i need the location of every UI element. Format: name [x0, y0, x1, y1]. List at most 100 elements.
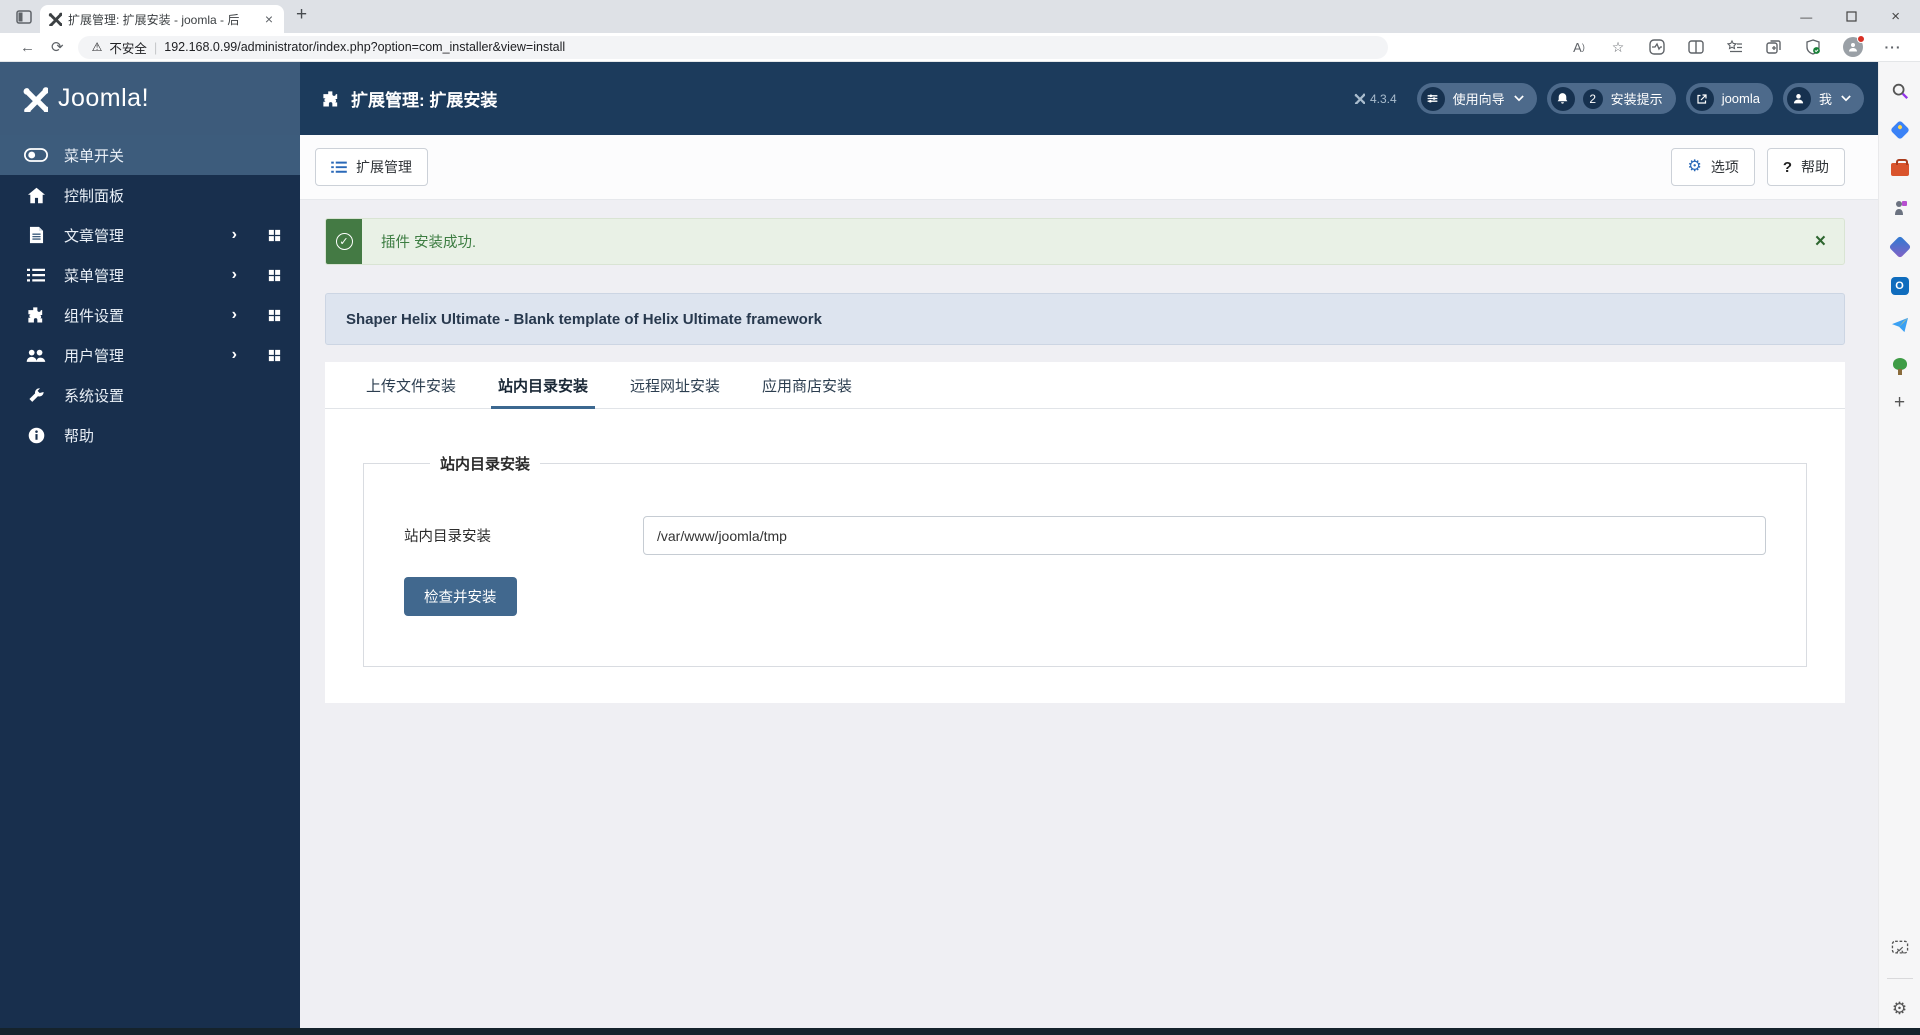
toolbox-icon[interactable]	[1889, 158, 1911, 180]
manage-extensions-button[interactable]: 扩展管理	[315, 148, 428, 186]
grid-icon[interactable]	[267, 268, 282, 283]
joomla-logo-text: Joomla!	[58, 84, 150, 112]
grid-icon[interactable]	[267, 228, 282, 243]
list-icon	[331, 161, 347, 173]
external-link-icon	[1689, 86, 1714, 111]
split-screen-icon[interactable]	[1687, 38, 1705, 56]
chevron-right-icon: ›	[231, 226, 237, 243]
address-bar[interactable]: ⚠ 不安全 | 192.168.0.99/administrator/index…	[77, 35, 1388, 59]
sidebar-item-dashboard[interactable]: 控制面板	[0, 175, 300, 215]
extension-shield-icon[interactable]	[1804, 38, 1822, 56]
help-button[interactable]: ? 帮助	[1766, 148, 1845, 186]
joomla-sidebar: Joomla! 菜单开关 控制面板 文章管理 › 菜单管理 › 组件设置 › 用…	[0, 62, 300, 1028]
back-icon[interactable]: ←	[20, 39, 35, 56]
question-icon: ?	[1782, 158, 1792, 176]
messages-button[interactable]: 2 安装提示	[1546, 83, 1676, 114]
sidebar-settings-icon[interactable]: ⚙	[1889, 998, 1911, 1020]
sidebar-item-menu-toggle[interactable]: 菜单开关	[0, 135, 300, 175]
grid-icon[interactable]	[267, 308, 282, 323]
edge-sidebar-rail: O + ⚙	[1878, 62, 1920, 1028]
options-button[interactable]: ⚙ 选项	[1671, 148, 1755, 186]
success-alert: ✓ 插件 安装成功. ×	[325, 218, 1845, 265]
install-form: 站内目录安装 站内目录安装 检查并安装	[325, 409, 1845, 703]
favorites-bar-icon[interactable]	[1726, 38, 1744, 56]
toggle-icon	[24, 148, 48, 162]
extension-title-panel: Shaper Helix Ultimate - Blank template o…	[325, 293, 1845, 345]
check-and-install-button[interactable]: 检查并安装	[404, 577, 517, 616]
new-tab-button[interactable]: +	[296, 4, 307, 26]
tab-install-from-web[interactable]: 应用商店安装	[741, 362, 873, 408]
sidebar-item-components[interactable]: 组件设置 ›	[0, 295, 300, 335]
list-icon	[24, 268, 48, 283]
puzzle-icon	[24, 306, 48, 324]
games-icon[interactable]	[1889, 197, 1911, 219]
message-count-badge: 2	[1582, 88, 1603, 109]
read-aloud-icon[interactable]: A)	[1570, 38, 1588, 56]
sidebar-menu: 菜单开关 控制面板 文章管理 › 菜单管理 › 组件设置 › 用户管理 › 系统…	[0, 135, 300, 455]
collections-icon[interactable]	[1765, 38, 1783, 56]
screenshot-tool-icon[interactable]	[1889, 937, 1911, 959]
sidebar-item-system[interactable]: 系统设置	[0, 375, 300, 415]
tab-close-icon[interactable]: ×	[262, 11, 276, 27]
document-icon	[24, 226, 48, 244]
joomla-logo: Joomla!	[0, 62, 300, 135]
installer-card: 上传文件安装 站内目录安装 远程网址安装 应用商店安装 站内目录安装 站内目录安…	[325, 362, 1845, 703]
home-icon	[24, 187, 48, 204]
screen: 扩展管理: 扩展安装 - joomla - 后 × + — × ← ⟳ ⚠ 不安…	[0, 0, 1920, 1035]
tab-title: 扩展管理: 扩展安装 - joomla - 后	[68, 12, 240, 27]
joomla-favicon	[48, 12, 62, 26]
bell-icon	[1550, 86, 1575, 111]
info-icon	[24, 427, 48, 444]
folder-install-fieldset: 站内目录安装 站内目录安装 检查并安装	[363, 453, 1807, 667]
drop-icon[interactable]	[1889, 314, 1911, 336]
sidebar-item-menus[interactable]: 菜单管理 ›	[0, 255, 300, 295]
sidebar-item-users[interactable]: 用户管理 ›	[0, 335, 300, 375]
grid-icon[interactable]	[267, 348, 282, 363]
joomla-header: 扩展管理: 扩展安装 4.3.4 使用向导 2 安装提示 joomla 我	[300, 62, 1878, 135]
browser-essentials-icon[interactable]	[1648, 38, 1666, 56]
refresh-icon[interactable]: ⟳	[51, 38, 64, 56]
tab-install-from-url[interactable]: 远程网址安装	[609, 362, 741, 408]
toolbar: 扩展管理 ⚙ 选项 ? 帮助	[300, 135, 1878, 200]
sidebar-search-icon[interactable]	[1889, 80, 1911, 102]
tab-upload-package[interactable]: 上传文件安装	[345, 362, 477, 408]
favorite-star-icon[interactable]: ☆	[1609, 38, 1627, 56]
check-circle-icon: ✓	[326, 219, 362, 264]
alert-message: 插件 安装成功.	[381, 235, 477, 251]
alert-close-icon[interactable]: ×	[1815, 232, 1826, 251]
user-menu-button[interactable]: 我	[1782, 83, 1864, 114]
browser-url-bar: ← ⟳ ⚠ 不安全 | 192.168.0.99/administrator/i…	[0, 33, 1920, 62]
profile-avatar[interactable]	[1843, 35, 1865, 57]
sidebar-item-help[interactable]: 帮助	[0, 415, 300, 455]
minimize-icon[interactable]: —	[1800, 10, 1812, 24]
browser-tab-bar: 扩展管理: 扩展安装 - joomla - 后 × + — ×	[0, 0, 1920, 33]
preview-site-button[interactable]: joomla	[1685, 83, 1773, 114]
close-window-icon[interactable]: ×	[1891, 8, 1900, 25]
m365-icon[interactable]	[1888, 235, 1911, 259]
page-title: 扩展管理: 扩展安装	[322, 86, 497, 111]
chevron-right-icon: ›	[231, 306, 237, 323]
url-text[interactable]: 192.168.0.99/administrator/index.php?opt…	[164, 40, 565, 54]
tab-actions-icon[interactable]	[16, 9, 32, 25]
install-folder-input[interactable]	[643, 516, 1766, 555]
fieldset-legend: 站内目录安装	[440, 456, 531, 473]
folder-field-label: 站内目录安装	[404, 529, 491, 545]
grow-tree-icon[interactable]	[1889, 353, 1911, 375]
guided-tour-button[interactable]: 使用向导	[1416, 83, 1537, 114]
security-label[interactable]: 不安全	[109, 38, 147, 57]
wrench-icon	[24, 387, 48, 404]
joomla-version: 4.3.4	[1354, 92, 1397, 106]
add-sidebar-item-icon[interactable]: +	[1889, 392, 1911, 414]
sidebar-item-articles[interactable]: 文章管理 ›	[0, 215, 300, 255]
chevron-right-icon: ›	[231, 266, 237, 283]
browser-tab[interactable]: 扩展管理: 扩展安装 - joomla - 后 ×	[40, 5, 284, 33]
shopping-icon[interactable]	[1889, 119, 1911, 141]
more-menu-icon[interactable]: ···	[1884, 38, 1902, 56]
maximize-icon[interactable]	[1846, 11, 1857, 22]
caret-down-icon	[1513, 95, 1524, 102]
outlook-icon[interactable]: O	[1889, 275, 1911, 297]
sliders-icon	[1420, 86, 1445, 111]
taskbar-strip	[0, 1028, 1920, 1035]
tab-install-from-folder[interactable]: 站内目录安装	[477, 362, 609, 409]
chevron-right-icon: ›	[231, 346, 237, 363]
